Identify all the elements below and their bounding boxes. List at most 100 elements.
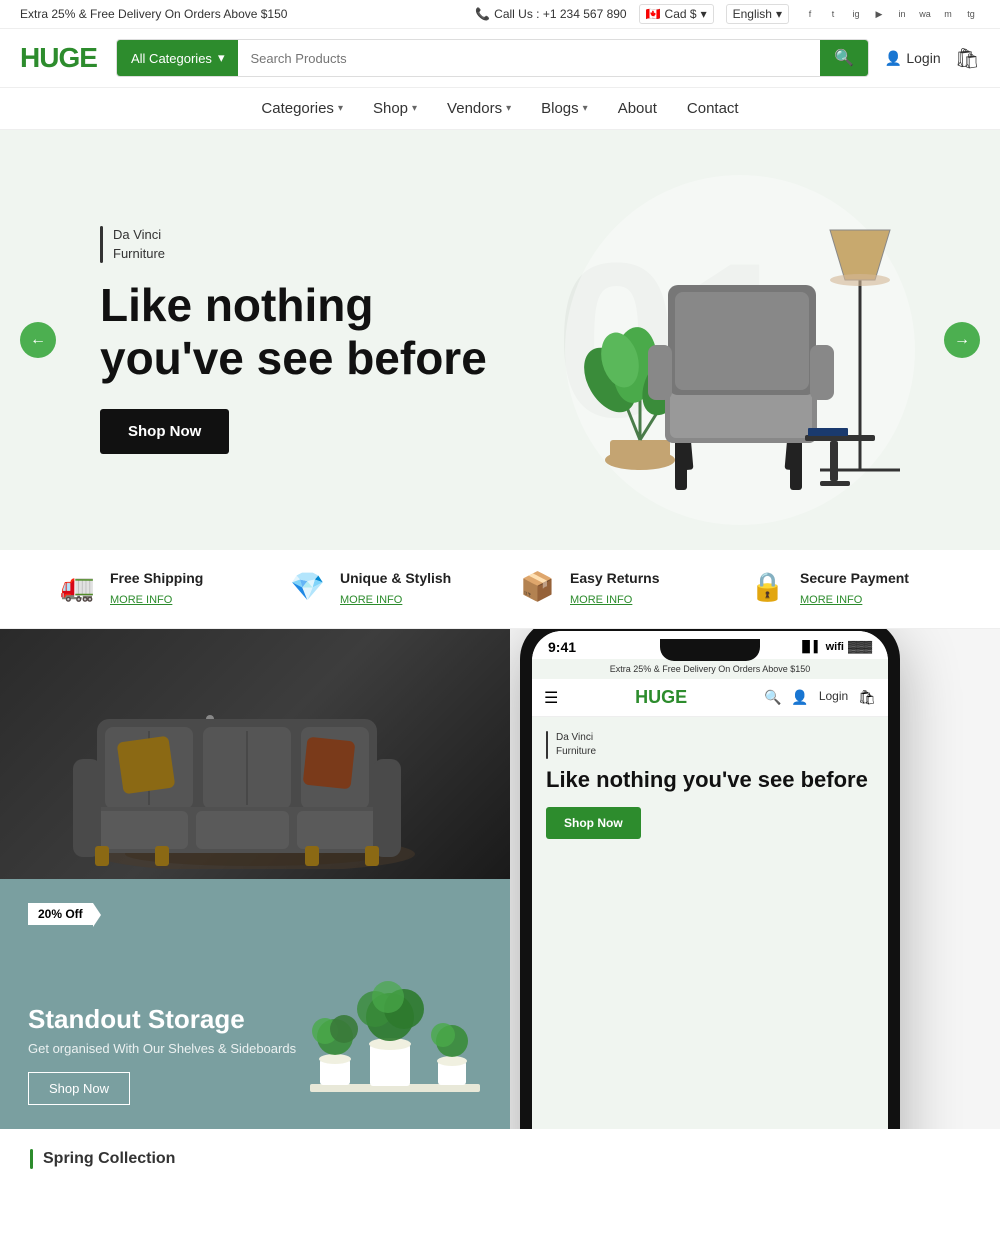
top-bar-right: 📞 Call Us : +1 234 567 890 🇨🇦 Cad $ ▾ En…: [475, 4, 980, 24]
feature-payment-text: Secure Payment MORE INFO: [800, 570, 909, 608]
twitter-icon[interactable]: t: [824, 5, 842, 23]
phone-icon: 📞: [475, 7, 490, 21]
flag-icon: 🇨🇦: [646, 7, 661, 21]
returns-more-info-link[interactable]: MORE INFO: [570, 594, 632, 606]
unique-more-info-link[interactable]: MORE INFO: [340, 594, 402, 606]
facebook-icon[interactable]: f: [801, 5, 819, 23]
phone-search-icon[interactable]: 🔍: [764, 689, 781, 706]
instagram-icon[interactable]: ig: [847, 5, 865, 23]
social-icons: f t ig ▶ in wa m tg: [801, 5, 980, 23]
products-section: 20% Off Standout Storage Get organised W…: [0, 629, 1000, 1129]
linkedin-icon[interactable]: in: [893, 5, 911, 23]
phone-hero-title: Like nothing you've see before: [546, 767, 874, 793]
shipping-more-info-link[interactable]: MORE INFO: [110, 594, 172, 606]
search-icon: 🔍: [834, 50, 854, 67]
arrow-right-icon: →: [954, 331, 970, 349]
feature-unique: 💎 Unique & Stylish MORE INFO: [290, 570, 480, 608]
nav-item-blogs[interactable]: Blogs ▾: [541, 100, 588, 117]
chevron-down-icon: ▾: [218, 50, 225, 66]
battery-icon: ▓▓▓: [848, 641, 872, 653]
phone-logo[interactable]: HUGE: [635, 687, 687, 708]
plants-svg: [300, 909, 490, 1129]
nav-item-vendors[interactable]: Vendors ▾: [447, 100, 511, 117]
sofa-svg: [55, 639, 455, 869]
currency-selector[interactable]: 🇨🇦 Cad $ ▾: [639, 4, 714, 24]
feature-returns-text: Easy Returns MORE INFO: [570, 570, 659, 608]
cart-button[interactable]: 🛍: [955, 46, 980, 71]
chevron-down-icon: ▾: [506, 103, 511, 114]
phone-notch: [660, 639, 760, 661]
telegram-icon[interactable]: tg: [962, 5, 980, 23]
storage-shop-now-button[interactable]: Shop Now: [28, 1072, 130, 1105]
whatsapp-icon[interactable]: wa: [916, 5, 934, 23]
payment-more-info-link[interactable]: MORE INFO: [800, 594, 862, 606]
login-button[interactable]: 👤 Login: [885, 50, 941, 67]
phone-brand-text: Da Vinci Furniture: [556, 731, 596, 759]
header-right: 👤 Login 🛍: [885, 46, 980, 71]
phone-time: 9:41: [548, 639, 576, 655]
hero-next-button[interactable]: →: [944, 322, 980, 358]
phone-number: 📞 Call Us : +1 234 567 890: [475, 7, 626, 21]
nav-item-shop[interactable]: Shop ▾: [373, 100, 417, 117]
hero-brand: Da Vinci Furniture: [100, 226, 487, 262]
feature-shipping-text: Free Shipping MORE INFO: [110, 570, 203, 608]
brand-bar: [100, 226, 103, 262]
spring-collection-section: Spring Collection: [0, 1129, 1000, 1179]
phone-header: ☰ HUGE 🔍 👤 Login 🛍: [532, 679, 888, 717]
phone-header-icons: 🔍 👤 Login 🛍: [764, 689, 876, 706]
hero-title: Like nothing you've see before: [100, 279, 487, 385]
top-bar: Extra 25% & Free Delivery On Orders Abov…: [0, 0, 1000, 29]
hero-content: Da Vinci Furniture Like nothing you've s…: [100, 226, 487, 453]
phone-user-icon[interactable]: 👤: [791, 689, 808, 706]
messenger-icon[interactable]: m: [939, 5, 957, 23]
phone-brand: Da Vinci Furniture: [546, 731, 874, 759]
feature-payment: 🔒 Secure Payment MORE INFO: [750, 570, 940, 608]
phone-shop-now-button[interactable]: Shop Now: [546, 807, 641, 839]
feature-unique-text: Unique & Stylish MORE INFO: [340, 570, 451, 608]
phone-mockup: 9:41 ▐▌▌ wifi ▓▓▓ Extra 25% & Free Deliv…: [520, 629, 900, 1129]
phone-cart-icon[interactable]: 🛍: [858, 689, 876, 706]
phone-announcement: Extra 25% & Free Delivery On Orders Abov…: [532, 659, 888, 679]
brand-text: Da Vinci Furniture: [113, 226, 165, 262]
phone-menu-icon[interactable]: ☰: [544, 688, 558, 708]
hero-prev-button[interactable]: ←: [20, 322, 56, 358]
phone-screen: 9:41 ▐▌▌ wifi ▓▓▓ Extra 25% & Free Deliv…: [532, 631, 888, 1129]
search-input[interactable]: [238, 40, 820, 76]
feature-free-shipping: 🚛 Free Shipping MORE INFO: [60, 570, 250, 608]
nav-item-about[interactable]: About: [618, 100, 657, 117]
discount-badge: 20% Off: [28, 903, 93, 925]
language-selector[interactable]: English ▾: [726, 4, 789, 24]
sofa-product-card: [0, 629, 510, 879]
main-nav: Categories ▾ Shop ▾ Vendors ▾ Blogs ▾ Ab…: [0, 88, 1000, 130]
site-logo[interactable]: HUGE: [20, 42, 100, 74]
unique-icon: 💎: [290, 570, 326, 603]
search-button[interactable]: 🔍: [820, 40, 868, 76]
phone-status-icons: ▐▌▌ wifi ▓▓▓: [798, 641, 872, 653]
spring-collection-label: Spring Collection: [30, 1149, 970, 1169]
nav-item-contact[interactable]: Contact: [687, 100, 739, 117]
user-icon: 👤: [885, 50, 902, 67]
payment-icon: 🔒: [750, 570, 786, 603]
returns-icon: 📦: [520, 570, 556, 603]
hero-chair-svg: [520, 150, 940, 530]
shipping-icon: 🚛: [60, 570, 96, 603]
youtube-icon[interactable]: ▶: [870, 5, 888, 23]
plants-decoration: [300, 909, 490, 1129]
wifi-icon: wifi: [826, 641, 844, 653]
search-bar: All Categories ▾ 🔍: [116, 39, 869, 77]
chevron-down-icon: ▾: [776, 7, 782, 21]
announcement-text: Extra 25% & Free Delivery On Orders Abov…: [20, 7, 287, 21]
arrow-left-icon: ←: [30, 331, 46, 349]
phone-login-link[interactable]: Login: [819, 689, 848, 706]
storage-product-card: 20% Off Standout Storage Get organised W…: [0, 879, 510, 1129]
sofa-image: [0, 629, 510, 879]
nav-item-categories[interactable]: Categories ▾: [261, 100, 343, 117]
category-dropdown-button[interactable]: All Categories ▾: [117, 40, 238, 76]
phone-hero-section: 01 Da Vinci Furniture Like nothing you'v…: [532, 717, 888, 1129]
phone-brand-bar: [546, 731, 548, 759]
feature-returns: 📦 Easy Returns MORE INFO: [520, 570, 710, 608]
chevron-down-icon: ▾: [701, 7, 707, 21]
chevron-down-icon: ▾: [583, 103, 588, 114]
header: HUGE All Categories ▾ 🔍 👤 Login 🛍: [0, 29, 1000, 88]
hero-shop-now-button[interactable]: Shop Now: [100, 409, 229, 454]
